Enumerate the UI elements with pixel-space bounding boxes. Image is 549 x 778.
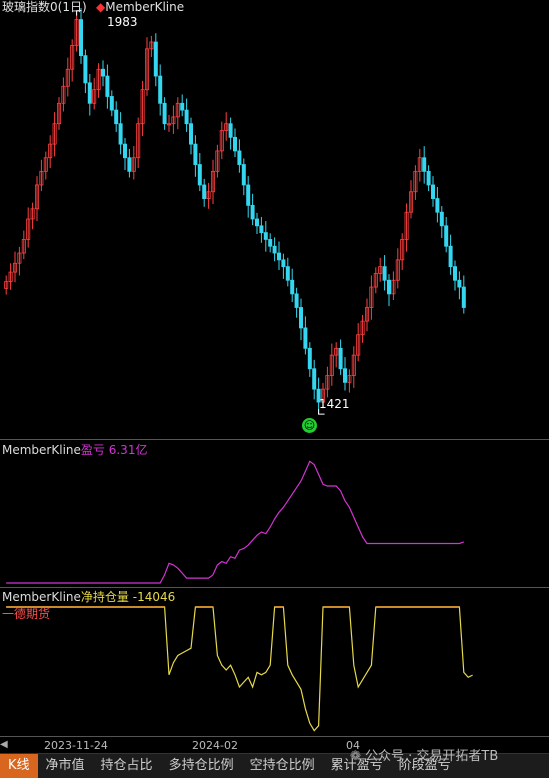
candle-body [87,82,92,104]
candle-body [430,184,435,199]
diamond-icon: ◆ [96,0,106,14]
candle-body [285,266,290,281]
panel-dividers [0,439,549,737]
candle-body [118,123,123,145]
chart-canvas [0,8,549,737]
pnl-legend: MemberKline盈亏 6.31亿 [2,443,148,457]
candle-body [153,41,158,77]
candle-body [83,55,88,84]
high-label: 1983 [107,15,138,29]
candle-body [457,279,462,288]
scroll-left-icon[interactable]: ◀ [0,738,8,752]
tab-net-value[interactable]: 净市值 [38,754,93,778]
candle-body [250,204,255,220]
candle-body [114,109,119,125]
candle-body [237,150,242,165]
chart-annotations [76,10,325,415]
candle-body [158,75,163,104]
candle-body [202,184,207,199]
candle-body [105,75,110,97]
candle-body [184,109,189,125]
candle-body [312,368,317,390]
candle-body [338,347,343,370]
candle-body [232,136,237,152]
candlestick-series [4,8,466,415]
candle-body [162,102,167,125]
chart-title: 玻璃指数0(1日) [2,0,87,14]
x-tick-label-1: 2023-11-24 [44,739,108,752]
pnl-line [6,460,465,584]
candle-body [188,123,193,145]
tab-kline[interactable]: K线 [0,754,38,778]
candle-body [448,245,453,268]
candle-body [386,279,391,295]
tab-short-ratio[interactable]: 空持仓比例 [242,754,323,778]
candle-body [307,347,312,370]
indicator-legend: ◆MemberKline [96,0,185,14]
candle-body [303,327,308,349]
candle-body [461,286,466,308]
tab-position-share[interactable]: 持仓占比 [93,754,161,778]
watermark: ❁ 公众号 · 交易开拓者TB [350,749,499,764]
candle-body [342,368,347,383]
candle-body [276,252,281,261]
smiley-icon: ☺ [302,418,317,433]
candle-body [228,123,233,138]
candle-body [290,279,295,295]
candle-body [422,157,427,172]
candle-body [263,232,268,240]
candle-body [259,225,264,234]
position-legend: MemberKline净持仓量 -14046 [2,590,176,604]
x-tick-label-2: 2024-02 [192,739,238,752]
candle-body [123,143,128,159]
position-line-series [6,606,473,732]
candle-body [109,96,114,111]
candle-body [101,68,106,77]
candle-body [281,259,286,268]
candle-body [246,184,251,206]
member-label: 一德期货 [2,607,51,621]
candle-body [79,19,84,57]
candle-body [452,266,457,281]
wechat-icon: ❁ [350,749,366,764]
candle-body [439,211,444,227]
candle-body [382,266,387,281]
net-position-line [6,606,473,732]
candle-body [444,225,449,247]
candle-body [180,102,185,111]
low-label: 1421 [319,397,350,411]
candle-body [193,143,198,165]
candle-body [241,164,246,186]
candle-body [272,245,277,254]
candle-body [254,218,259,227]
candle-body [197,164,202,186]
tab-long-ratio[interactable]: 多持仓比例 [161,754,242,778]
pnl-line-series [6,460,465,584]
candle-body [298,307,303,329]
candle-body [435,198,440,213]
candle-body [426,170,431,186]
candle-body [294,293,299,308]
candle-body [127,157,132,172]
candle-body [268,239,273,247]
